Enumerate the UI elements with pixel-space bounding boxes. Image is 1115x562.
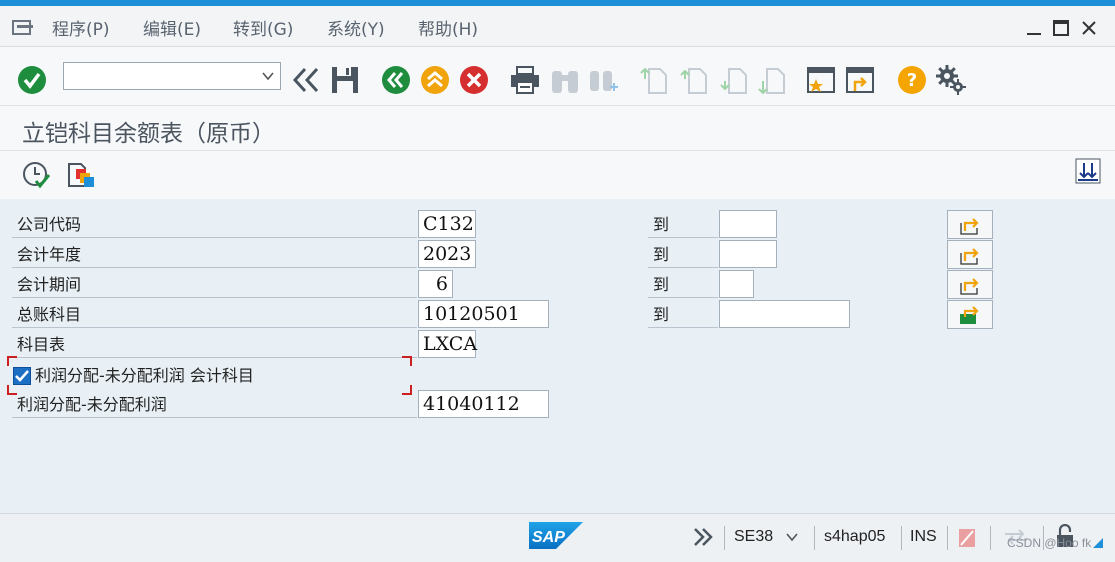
expand-all-icon[interactable] — [1075, 158, 1101, 184]
focus-frame-corner — [402, 356, 412, 366]
label-chart-of-accounts: 科目表 — [12, 330, 417, 358]
status-bar: SAP SE38 s4hap05 INS CSDN @Hoo fk — [0, 513, 1115, 562]
sap-logo: SAP — [529, 522, 583, 549]
label-fiscal-period: 会计期间 — [12, 270, 417, 298]
sap-logo-text: SAP — [532, 529, 565, 546]
menu-program[interactable]: 程序(P) — [52, 15, 110, 40]
performance-icon — [959, 529, 975, 547]
multiple-selection-arrow-icon — [960, 218, 979, 235]
fiscal-period-to-field[interactable] — [719, 270, 754, 298]
divider — [990, 526, 991, 550]
menu-icon[interactable] — [12, 19, 34, 35]
save-icon[interactable] — [330, 65, 360, 95]
exit-up-icon[interactable] — [420, 65, 450, 95]
application-toolbar — [0, 151, 1115, 199]
shortcut-icon[interactable] — [845, 65, 875, 95]
command-field[interactable] — [63, 62, 281, 90]
label-company-code: 公司代码 — [12, 210, 417, 238]
divider — [901, 526, 902, 550]
title-bar: 立铠科目余额表（原币） — [0, 106, 1115, 151]
divider — [814, 526, 815, 550]
label-to: 到 — [648, 270, 718, 298]
divider — [724, 526, 725, 550]
fiscal-period-from-field[interactable]: 6 — [418, 270, 453, 298]
cancel-icon[interactable] — [459, 65, 489, 95]
multiple-selection-button[interactable] — [947, 210, 993, 239]
find-next-icon[interactable] — [588, 65, 620, 95]
help-icon[interactable]: ? — [897, 65, 927, 95]
chevron-down-icon[interactable] — [262, 71, 274, 81]
selection-screen: 公司代码 C132 到 会计年度 2023 到 会计期间 6 到 总账科目 10… — [0, 199, 1115, 513]
label-gl-account: 总账科目 — [12, 300, 417, 328]
multiple-selection-button-active[interactable] — [947, 300, 993, 329]
focus-frame-corner — [7, 356, 17, 366]
menu-bar: 程序(P) 编辑(E) 转到(G) 系统(Y) 帮助(H) — [0, 6, 1115, 47]
multiple-selection-button[interactable] — [947, 270, 993, 299]
last-page-icon[interactable] — [758, 65, 786, 95]
expand-status-icon[interactable] — [692, 527, 714, 547]
print-icon[interactable] — [509, 65, 541, 95]
menu-goto[interactable]: 转到(G) — [233, 15, 293, 40]
create-session-icon[interactable] — [806, 65, 836, 95]
company-code-to-field[interactable] — [719, 210, 777, 238]
label-to: 到 — [648, 210, 718, 238]
label-to: 到 — [648, 300, 718, 328]
label-retained-earnings-account: 利润分配-未分配利润 — [12, 390, 417, 418]
retained-earnings-account-field[interactable]: 41040112 — [418, 390, 549, 418]
fiscal-year-from-field[interactable]: 2023 — [418, 240, 476, 268]
multiple-selection-active-icon — [960, 306, 979, 324]
system-toolbar: ? — [0, 47, 1115, 106]
divider — [947, 526, 948, 550]
menu-edit[interactable]: 编辑(E) — [143, 15, 201, 40]
page-title: 立铠科目余额表（原币） — [22, 121, 275, 147]
chevron-down-icon[interactable] — [786, 532, 798, 542]
first-page-icon[interactable] — [640, 65, 668, 95]
previous-page-icon[interactable] — [680, 65, 708, 95]
next-page-icon[interactable] — [720, 65, 748, 95]
resize-grip-icon[interactable] — [1093, 538, 1103, 548]
checkbox-label[interactable]: 利润分配-未分配利润 会计科目 — [30, 361, 400, 389]
menu-help[interactable]: 帮助(H) — [418, 15, 478, 40]
system-name: s4hap05 — [824, 528, 886, 545]
fiscal-year-to-field[interactable] — [719, 240, 777, 268]
retained-earnings-checkbox[interactable] — [13, 367, 31, 385]
gl-account-from-field[interactable]: 10120501 — [418, 300, 549, 328]
label-fiscal-year: 会计年度 — [12, 240, 417, 268]
enter-check-icon[interactable] — [17, 65, 47, 95]
maximize-icon[interactable] — [1051, 18, 1071, 38]
label-to: 到 — [648, 240, 718, 268]
multiple-selection-button[interactable] — [947, 240, 993, 269]
menu-system[interactable]: 系统(Y) — [327, 15, 385, 40]
close-window-icon[interactable] — [1079, 18, 1099, 38]
minimize-icon[interactable] — [1024, 18, 1044, 38]
variant-icon[interactable] — [67, 160, 97, 190]
multiple-selection-arrow-icon — [960, 248, 979, 265]
command-input[interactable] — [68, 63, 257, 89]
watermark: CSDN @Hoo fk — [1007, 536, 1092, 550]
collapse-left-icon[interactable] — [291, 67, 321, 93]
gl-account-to-field[interactable] — [719, 300, 850, 328]
execute-icon[interactable] — [22, 161, 50, 189]
chart-of-accounts-field[interactable]: LXCA — [418, 330, 477, 358]
multiple-selection-arrow-icon — [960, 278, 979, 295]
insert-mode[interactable]: INS — [910, 528, 937, 546]
find-icon[interactable] — [549, 65, 581, 95]
back-icon[interactable] — [381, 65, 411, 95]
company-code-from-field[interactable]: C132 — [418, 210, 476, 238]
settings-gear-icon[interactable] — [935, 64, 967, 96]
svg-text:?: ? — [907, 70, 917, 91]
transaction-code: SE38 — [734, 528, 774, 545]
